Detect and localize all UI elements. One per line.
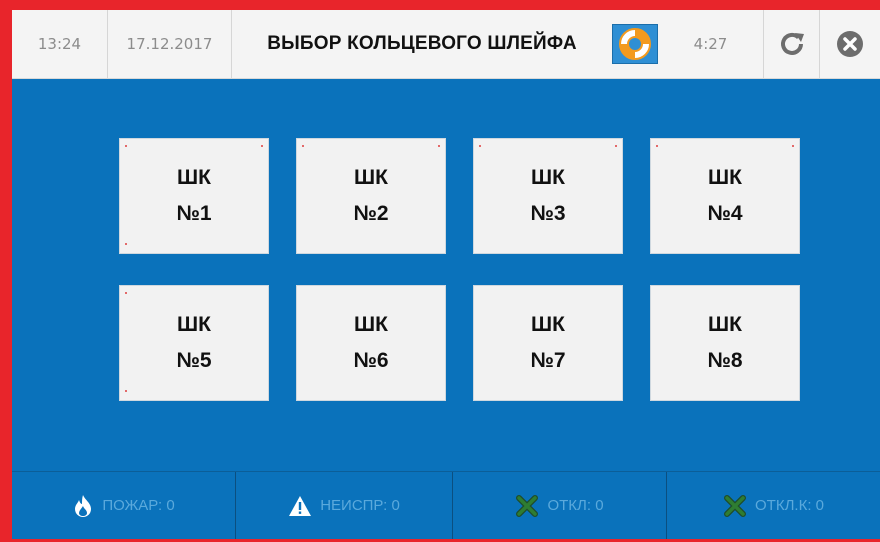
loop-number: №1 bbox=[176, 202, 212, 225]
loop-label: ШК bbox=[354, 313, 388, 336]
corner-marker bbox=[302, 145, 304, 147]
loop-number: №3 bbox=[530, 202, 566, 225]
loop-number: №6 bbox=[353, 349, 389, 372]
corner-marker bbox=[792, 145, 794, 147]
status-bar: ПОЖАР: 0 НЕИСПР: 0 ОТКЛ: 0 ОТКЛ.К: 0 bbox=[12, 471, 880, 539]
cross-icon bbox=[516, 494, 539, 517]
status-fault[interactable]: НЕИСПР: 0 bbox=[236, 472, 453, 539]
cross-icon bbox=[724, 494, 746, 517]
close-circle-icon bbox=[837, 31, 863, 57]
loop-label: ШК bbox=[354, 166, 388, 189]
loop-button-7[interactable]: ШК №7 bbox=[473, 285, 623, 401]
warning-icon bbox=[289, 495, 312, 516]
fire-icon bbox=[75, 494, 92, 517]
loop-number: №4 bbox=[707, 202, 743, 225]
session-timer: 4:27 bbox=[693, 35, 728, 53]
loop-number: №8 bbox=[707, 349, 743, 372]
timer-cell: 4:27 bbox=[658, 10, 764, 78]
status-disabled-k[interactable]: ОТКЛ.К: 0 bbox=[667, 472, 880, 539]
status-disabled[interactable]: ОТКЛ: 0 bbox=[453, 472, 667, 539]
corner-marker bbox=[125, 292, 127, 294]
help-button[interactable] bbox=[612, 24, 658, 64]
corner-marker bbox=[438, 145, 440, 147]
corner-marker bbox=[261, 145, 263, 147]
loop-label: ШК bbox=[708, 166, 742, 189]
loop-button-8[interactable]: ШК №8 bbox=[650, 285, 800, 401]
disabled-count: ОТКЛ: 0 bbox=[547, 497, 604, 514]
clock-cell: 13:24 bbox=[12, 10, 108, 78]
fire-count: ПОЖАР: 0 bbox=[102, 497, 175, 514]
loop-label: ШК bbox=[177, 313, 211, 336]
corner-marker bbox=[656, 145, 658, 147]
loop-number: №5 bbox=[176, 349, 212, 372]
loop-label: ШК bbox=[531, 313, 565, 336]
lifebuoy-icon bbox=[619, 28, 651, 60]
current-time: 13:24 bbox=[37, 35, 82, 53]
loop-button-1[interactable]: ШК №1 bbox=[119, 138, 269, 254]
loop-number: №7 bbox=[530, 349, 566, 372]
status-fire[interactable]: ПОЖАР: 0 bbox=[12, 472, 236, 539]
current-date: 17.12.2017 bbox=[126, 35, 213, 53]
loop-button-2[interactable]: ШК №2 bbox=[296, 138, 446, 254]
loop-label: ШК bbox=[177, 166, 211, 189]
loop-button-6[interactable]: ШК №6 bbox=[296, 285, 446, 401]
page-title: ВЫБОР КОЛЬЦЕВОГО ШЛЕЙФА bbox=[267, 33, 577, 54]
disabled-k-count: ОТКЛ.К: 0 bbox=[755, 497, 824, 514]
app-frame bbox=[0, 0, 880, 542]
refresh-button[interactable] bbox=[764, 10, 820, 78]
loop-button-3[interactable]: ШК №3 bbox=[473, 138, 623, 254]
loop-number: №2 bbox=[353, 202, 389, 225]
corner-marker bbox=[125, 243, 127, 245]
corner-marker bbox=[125, 145, 127, 147]
header-bar: 13:24 17.12.2017 ВЫБОР КОЛЬЦЕВОГО ШЛЕЙФА… bbox=[12, 10, 880, 79]
corner-marker bbox=[479, 145, 481, 147]
corner-marker bbox=[125, 390, 127, 392]
loop-label: ШК bbox=[708, 313, 742, 336]
date-cell: 17.12.2017 bbox=[108, 10, 232, 78]
refresh-icon bbox=[780, 32, 804, 55]
close-button[interactable] bbox=[820, 10, 880, 78]
fault-count: НЕИСПР: 0 bbox=[320, 497, 400, 514]
loop-label: ШК bbox=[531, 166, 565, 189]
loop-button-4[interactable]: ШК №4 bbox=[650, 138, 800, 254]
corner-marker bbox=[615, 145, 617, 147]
title-cell: ВЫБОР КОЛЬЦЕВОГО ШЛЕЙФА bbox=[232, 10, 612, 78]
loop-button-5[interactable]: ШК №5 bbox=[119, 285, 269, 401]
